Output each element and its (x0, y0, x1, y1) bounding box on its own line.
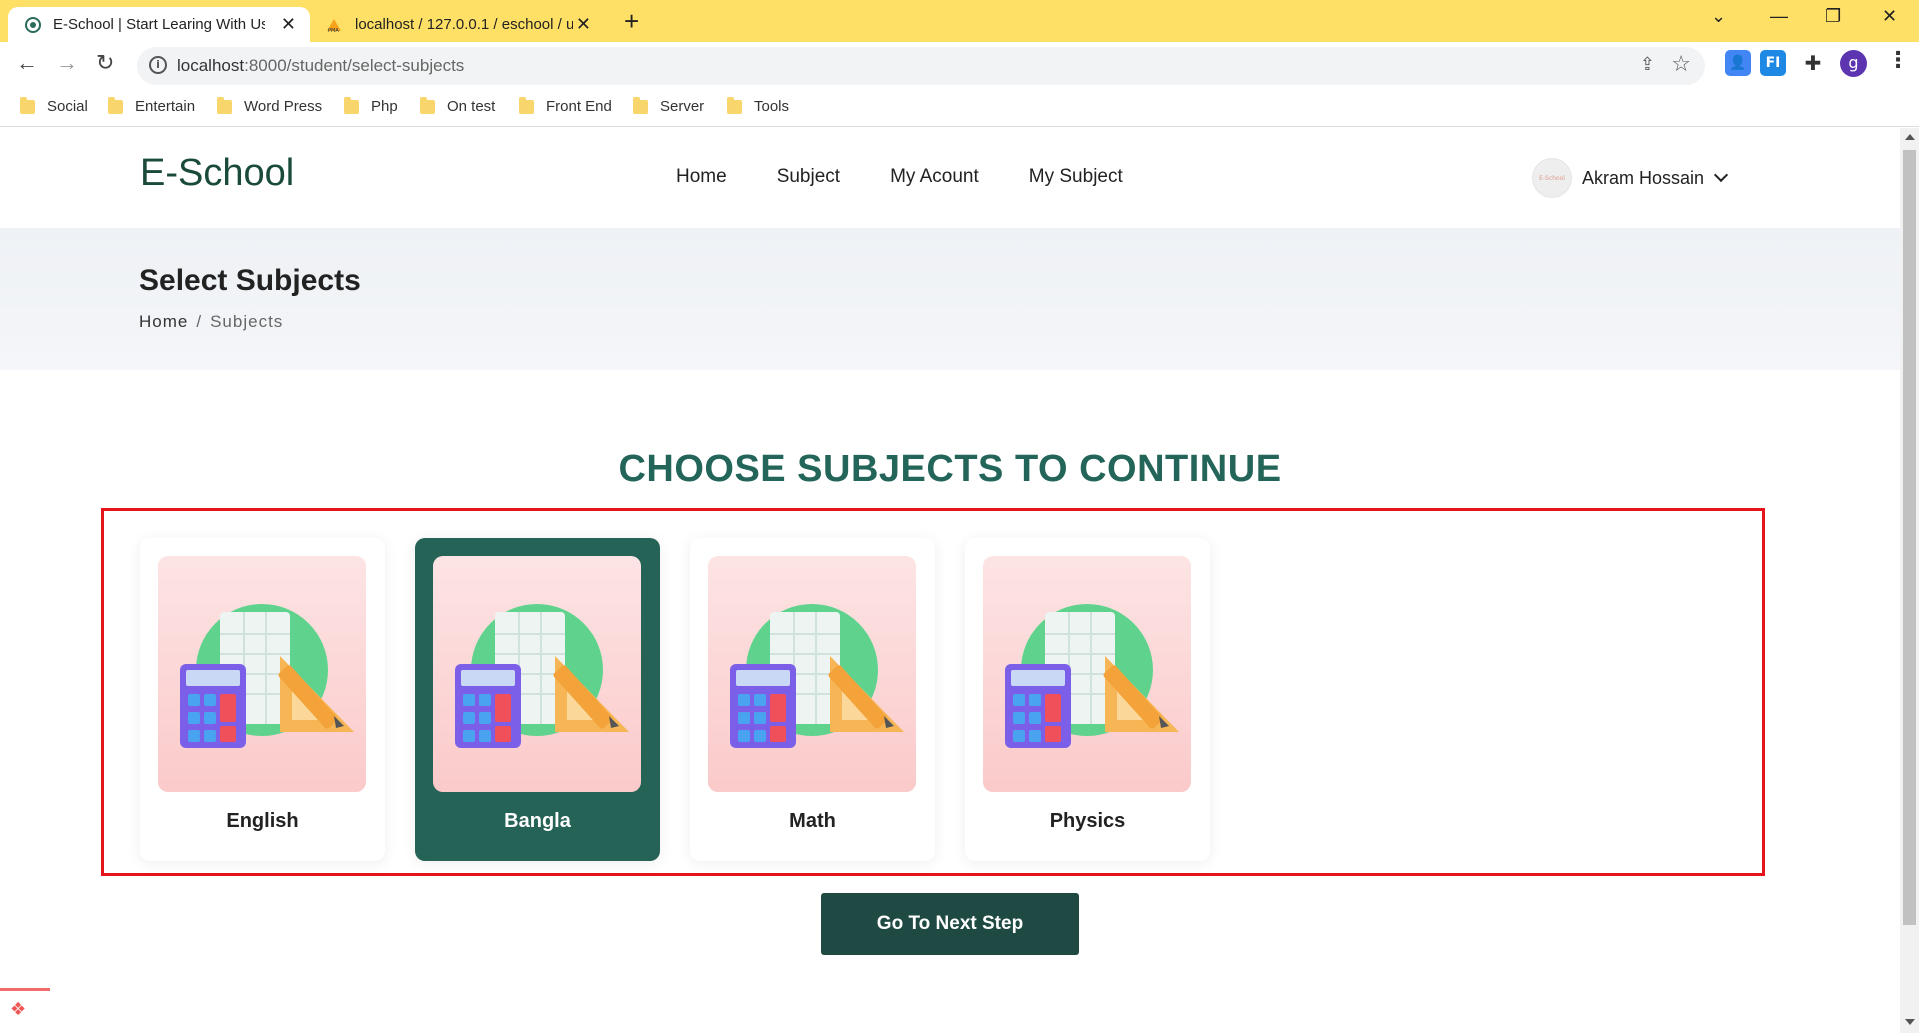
folder-icon (217, 96, 232, 114)
subject-card-english[interactable]: English (140, 538, 385, 861)
bookmark-label: Word Press (244, 98, 323, 115)
folder-icon (420, 96, 435, 114)
page-viewport: E-School Home Subject My Acount My Subje… (0, 128, 1900, 1033)
laravel-icon: ❖ (10, 999, 27, 1020)
math-tools-icon (180, 604, 354, 748)
subject-thumbnail (708, 556, 916, 792)
folder-icon (519, 96, 534, 114)
browser-menu-icon[interactable]: ⋮ (1887, 48, 1909, 73)
page-title: Select Subjects (139, 264, 361, 297)
nav-my-account[interactable]: My Acount (890, 166, 979, 188)
bookmark-label: Php (371, 98, 398, 115)
subject-name: Math (789, 810, 836, 832)
minimize-icon[interactable]: — (1770, 6, 1788, 27)
svg-text:PMA: PMA (328, 28, 339, 33)
eschool-favicon-icon (25, 16, 41, 33)
breadcrumb-separator: / (196, 312, 203, 331)
nav-subject[interactable]: Subject (777, 166, 840, 188)
browser-toolbar: ← → ↻ i localhost:8000/student/select-su… (0, 42, 1919, 89)
share-icon[interactable]: ⇪ (1640, 54, 1655, 75)
url-host: localhost (177, 56, 245, 75)
bookmark-label: Social (47, 98, 88, 115)
math-tools-icon (455, 604, 629, 748)
go-to-next-step-button[interactable]: Go To Next Step (821, 893, 1079, 955)
nav-my-subject[interactable]: My Subject (1029, 166, 1123, 188)
scroll-down-icon[interactable] (1905, 1019, 1915, 1025)
puzzle-extension-icon[interactable]: ✚ (1800, 50, 1826, 76)
page-hero: Select Subjects Home / Subjects (0, 228, 1900, 370)
bookmark-php[interactable]: Php (344, 96, 398, 115)
url-path: :8000/student/select-subjects (244, 56, 465, 75)
people-extension-icon[interactable]: 👤 (1725, 50, 1751, 76)
math-tools-icon (1005, 604, 1179, 748)
bookmark-label: Front End (546, 98, 612, 115)
laravel-debug-badge[interactable]: ❖ (0, 988, 50, 1033)
subject-card-math[interactable]: Math (690, 538, 935, 861)
bookmark-social[interactable]: Social (20, 96, 88, 115)
chevron-down-icon (1713, 167, 1729, 183)
folder-icon (727, 96, 742, 114)
nav-home[interactable]: Home (676, 166, 727, 188)
scrollbar-thumb[interactable] (1903, 150, 1916, 925)
subject-card-bangla[interactable]: Bangla (415, 538, 660, 861)
breadcrumb: Home / Subjects (139, 312, 283, 332)
bookmark-label: Entertain (135, 98, 196, 115)
page-scrollbar[interactable] (1900, 128, 1919, 1033)
site-info-icon[interactable]: i (149, 56, 167, 74)
user-name: Akram Hossain (1582, 167, 1705, 188)
bookmark-star-icon[interactable]: ☆ (1671, 52, 1691, 77)
user-menu[interactable]: E-School Akram Hossain (1532, 158, 1729, 198)
breadcrumb-home[interactable]: Home (139, 312, 188, 331)
tab-close-icon[interactable]: ✕ (281, 14, 296, 35)
phpmyadmin-favicon-icon: PMA (327, 18, 341, 33)
bookmark-label: On test (447, 98, 496, 115)
bookmarks-bar: Social Entertain Word Press Php On test … (0, 89, 1919, 127)
fi-extension-icon[interactable]: FI (1760, 50, 1786, 76)
address-bar[interactable]: i localhost:8000/student/select-subjects… (137, 47, 1705, 85)
browser-tab-bar: E-School | Start Learing With Us ✕ PMA l… (0, 0, 1919, 42)
subject-name: Bangla (504, 810, 571, 832)
forward-icon[interactable]: → (56, 50, 78, 76)
new-tab-button[interactable]: + (624, 6, 639, 37)
folder-icon (108, 96, 123, 114)
tab-title: localhost / 127.0.0.1 / eschool / u (355, 16, 573, 33)
subject-thumbnail (158, 556, 366, 792)
section-title: CHOOSE SUBJECTS TO CONTINUE (618, 448, 1282, 490)
bookmark-entertain[interactable]: Entertain (108, 96, 196, 115)
subject-card-physics[interactable]: Physics (965, 538, 1210, 861)
main-nav: Home Subject My Acount My Subject (676, 166, 1123, 188)
subject-name: Physics (1049, 810, 1126, 832)
tab-close-icon[interactable]: ✕ (576, 14, 591, 35)
close-window-icon[interactable]: ✕ (1882, 6, 1897, 27)
folder-icon (20, 96, 35, 114)
reload-icon[interactable]: ↻ (96, 50, 114, 76)
folder-icon (344, 96, 359, 114)
bookmark-word-press[interactable]: Word Press (217, 96, 323, 115)
browser-tab-eschool[interactable]: E-School | Start Learing With Us ✕ (8, 7, 310, 42)
tab-title: E-School | Start Learing With Us (53, 16, 265, 33)
subject-name: English (226, 810, 299, 832)
avatar: E-School (1532, 158, 1572, 198)
restore-icon[interactable]: ❐ (1825, 6, 1841, 27)
bookmark-label: Tools (754, 98, 790, 115)
tab-search-icon[interactable]: ⌄ (1711, 6, 1726, 27)
profile-avatar[interactable]: g (1840, 50, 1867, 77)
subject-thumbnail (983, 556, 1191, 792)
bookmark-tools[interactable]: Tools (727, 96, 790, 115)
folder-icon (633, 96, 648, 114)
math-tools-icon (730, 604, 904, 748)
url-text[interactable]: localhost:8000/student/select-subjects (177, 56, 464, 76)
site-header: E-School Home Subject My Acount My Subje… (0, 128, 1900, 228)
bookmark-front-end[interactable]: Front End (519, 96, 612, 115)
bookmark-on-test[interactable]: On test (420, 96, 496, 115)
bookmark-server[interactable]: Server (633, 96, 705, 115)
breadcrumb-current: Subjects (210, 312, 284, 331)
site-logo[interactable]: E-School (140, 152, 294, 195)
back-icon[interactable]: ← (16, 50, 38, 76)
scroll-up-icon[interactable] (1905, 134, 1915, 140)
browser-tab-phpmyadmin[interactable]: PMA localhost / 127.0.0.1 / eschool / u … (315, 7, 605, 42)
bookmark-label: Server (660, 98, 705, 115)
subject-thumbnail (433, 556, 641, 792)
